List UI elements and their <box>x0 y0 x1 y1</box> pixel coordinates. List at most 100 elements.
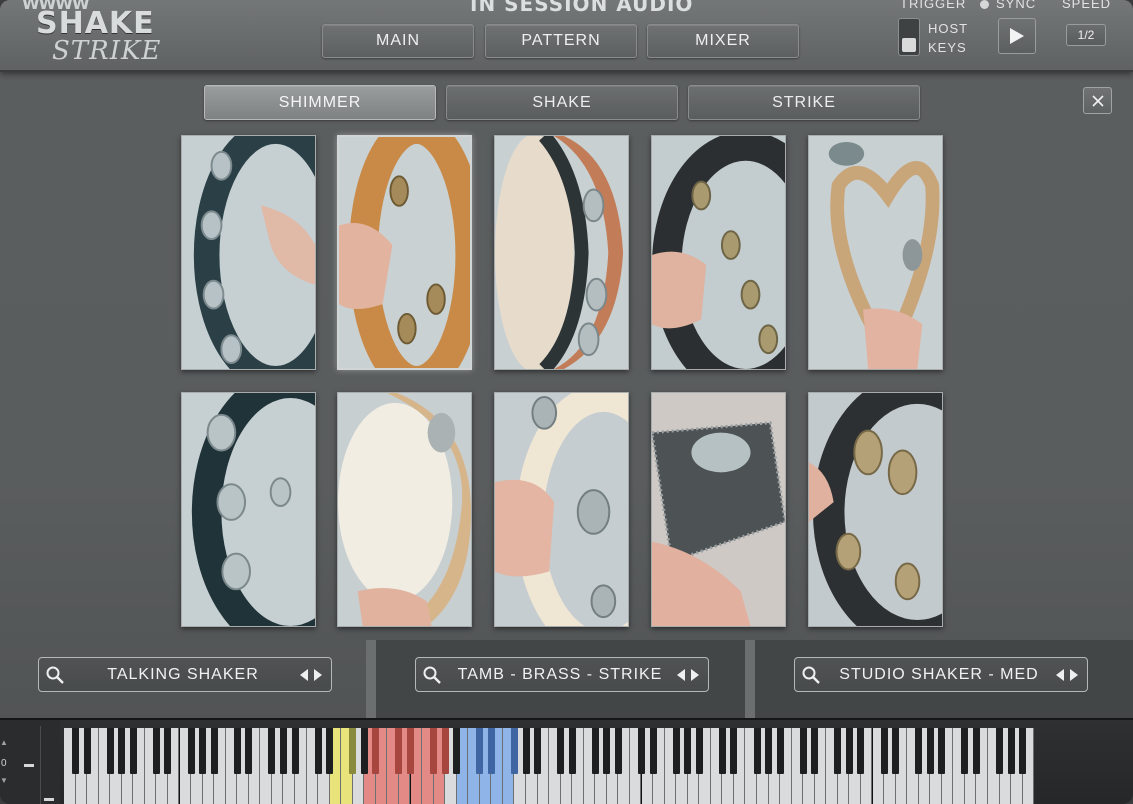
tab-pattern[interactable]: PATTERN <box>485 24 637 58</box>
black-key[interactable] <box>291 728 299 774</box>
black-key[interactable] <box>152 728 160 774</box>
play-button[interactable] <box>998 18 1036 54</box>
black-key[interactable] <box>880 728 888 774</box>
category-shake[interactable]: SHAKE <box>446 85 678 120</box>
black-key[interactable] <box>83 728 91 774</box>
instrument-tile-tambourine-headed-wood[interactable] <box>337 392 472 627</box>
instrument-tile-tambourine-wood-natural[interactable] <box>337 135 472 370</box>
octave-up-icon[interactable]: ▲ <box>0 738 8 747</box>
slot-1-selector[interactable]: TALKING SHAKER <box>38 657 332 692</box>
black-key[interactable] <box>776 728 784 774</box>
black-key[interactable] <box>233 728 241 774</box>
black-key[interactable] <box>638 728 645 774</box>
black-key[interactable] <box>441 728 449 774</box>
black-key[interactable] <box>718 728 726 774</box>
mod-wheel-indicator[interactable] <box>44 798 54 801</box>
black-key[interactable] <box>164 728 172 774</box>
black-key[interactable] <box>487 728 495 774</box>
black-key[interactable] <box>649 728 657 774</box>
black-key[interactable] <box>614 728 622 774</box>
black-key[interactable] <box>129 728 137 774</box>
black-key[interactable] <box>938 728 946 774</box>
black-key[interactable] <box>199 728 207 774</box>
black-key[interactable] <box>811 728 819 774</box>
black-key[interactable] <box>672 728 680 774</box>
instrument-image <box>809 393 942 626</box>
black-key[interactable] <box>834 728 842 774</box>
black-key[interactable] <box>1019 728 1027 774</box>
black-key[interactable] <box>372 728 380 774</box>
instrument-tile-jingle-stick-hammered[interactable] <box>651 392 786 627</box>
black-key[interactable] <box>961 728 969 774</box>
close-button[interactable] <box>1083 87 1112 114</box>
instrument-tile-tambourine-black-ring[interactable] <box>181 392 316 627</box>
black-key[interactable] <box>510 728 518 774</box>
prev-next-arrows-icon[interactable] <box>299 668 323 682</box>
search-icon[interactable] <box>422 665 442 685</box>
black-key[interactable] <box>407 728 414 774</box>
black-key[interactable] <box>684 728 692 774</box>
speed-button[interactable]: 1/2 <box>1066 24 1106 46</box>
search-icon[interactable] <box>45 665 65 685</box>
black-key[interactable] <box>753 728 761 774</box>
search-icon[interactable] <box>801 665 821 685</box>
black-key[interactable] <box>926 728 934 774</box>
black-key[interactable] <box>106 728 114 774</box>
black-key[interactable] <box>972 728 980 774</box>
black-key[interactable] <box>522 728 530 774</box>
black-key[interactable] <box>279 728 287 774</box>
black-key[interactable] <box>695 728 703 774</box>
black-key[interactable] <box>210 728 218 774</box>
black-key[interactable] <box>591 728 599 774</box>
black-key[interactable] <box>534 728 542 774</box>
black-key[interactable] <box>187 728 195 774</box>
black-key[interactable] <box>915 728 923 774</box>
black-key[interactable] <box>245 728 253 774</box>
host-keys-toggle[interactable] <box>898 18 920 56</box>
octave-down-icon[interactable]: ▼ <box>0 776 8 785</box>
black-key[interactable] <box>430 728 438 774</box>
black-key[interactable] <box>845 728 853 774</box>
black-key[interactable] <box>395 728 403 774</box>
tab-mixer[interactable]: MIXER <box>647 24 799 58</box>
prev-next-arrows-icon[interactable] <box>676 668 700 682</box>
black-key[interactable] <box>268 728 276 774</box>
tab-main[interactable]: MAIN <box>322 24 474 58</box>
instrument-tile-tambourine-headed-side[interactable] <box>494 135 629 370</box>
black-key[interactable] <box>557 728 565 774</box>
instrument-image <box>809 136 942 369</box>
category-shimmer[interactable]: SHIMMER <box>204 85 436 120</box>
black-key[interactable] <box>1007 728 1015 774</box>
black-key[interactable] <box>996 728 1004 774</box>
category-strike[interactable]: STRIKE <box>688 85 920 120</box>
black-key[interactable] <box>453 728 461 774</box>
black-key[interactable] <box>730 728 738 774</box>
instrument-tile-tambourine-black-jingles[interactable] <box>651 135 786 370</box>
black-key[interactable] <box>349 728 357 774</box>
slot-3-selector[interactable]: STUDIO SHAKER - MED <box>794 657 1088 692</box>
slot-2-selector[interactable]: TAMB - BRASS - STRIKE <box>415 657 709 692</box>
black-key[interactable] <box>476 728 484 774</box>
black-key[interactable] <box>314 728 322 774</box>
black-key[interactable] <box>568 728 576 774</box>
instrument-tile-tambourine-white-brass[interactable] <box>494 392 629 627</box>
instrument-tile-rattle-wicker-heart[interactable] <box>808 135 943 370</box>
black-key[interactable] <box>892 728 900 774</box>
instrument-tile-tambourine-black-headless[interactable] <box>181 135 316 370</box>
keyboard-controls: ▲ 0 ▼ <box>0 720 60 804</box>
black-key[interactable] <box>326 728 334 774</box>
black-key[interactable] <box>72 728 80 774</box>
instrument-image <box>652 136 785 369</box>
prev-next-arrows-icon[interactable] <box>1055 668 1079 682</box>
instrument-tile-tambourine-dark-brass[interactable] <box>808 392 943 627</box>
black-key[interactable] <box>118 728 126 774</box>
black-key[interactable] <box>360 728 368 774</box>
black-key[interactable] <box>857 728 865 774</box>
piano-keyboard[interactable] <box>64 728 1035 804</box>
pitch-wheel-indicator[interactable] <box>24 764 34 767</box>
instrument-image <box>338 393 471 626</box>
black-key[interactable] <box>603 728 611 774</box>
sync-indicator[interactable] <box>980 0 989 9</box>
black-key[interactable] <box>765 728 773 774</box>
black-key[interactable] <box>799 728 807 774</box>
